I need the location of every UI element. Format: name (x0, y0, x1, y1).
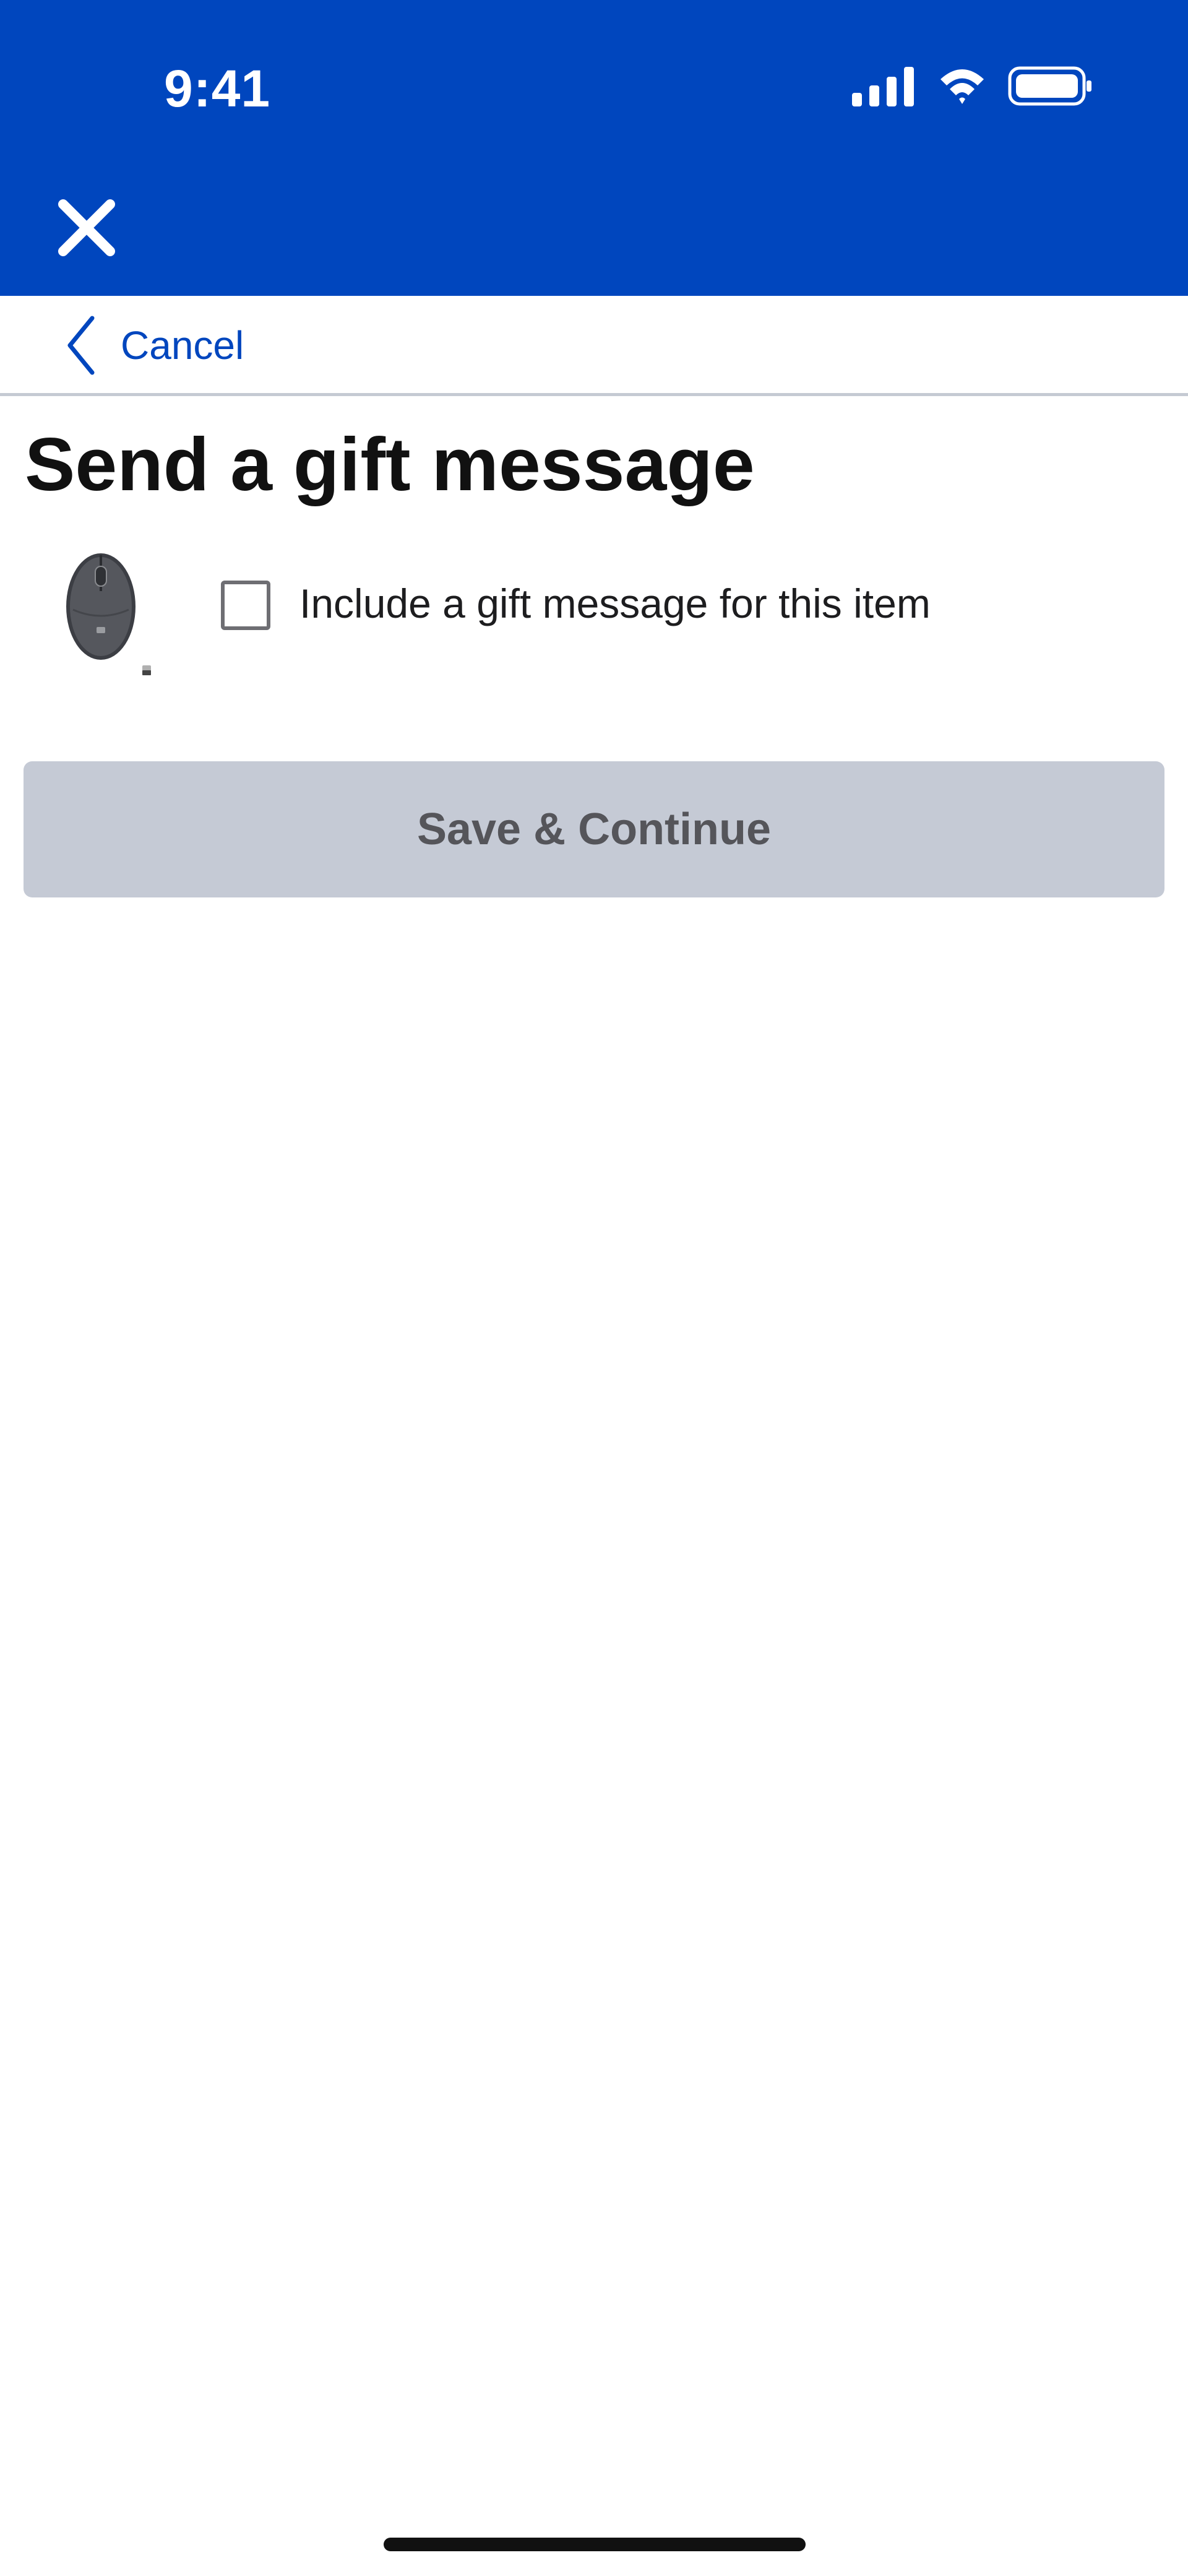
status-time: 9:41 (164, 59, 271, 118)
top-app-bar: 9:41 (0, 0, 1188, 296)
save-and-continue-button[interactable]: Save & Continue (24, 761, 1164, 897)
wifi-icon (940, 69, 984, 104)
gift-message-label: Include a gift message for this item (299, 581, 931, 626)
page-title: Send a gift message (25, 422, 755, 506)
status-icons (852, 66, 1091, 106)
gift-item-row: Include a gift message for this item (50, 548, 1138, 681)
close-icon (58, 199, 115, 256)
cellular-signal-icon (852, 67, 914, 106)
chevron-left-icon (67, 316, 95, 375)
cancel-label: Cancel (121, 323, 244, 368)
battery-icon (1008, 66, 1091, 106)
home-indicator (384, 2538, 806, 2551)
close-button[interactable] (50, 191, 124, 265)
computer-mouse-icon (66, 553, 151, 675)
nav-bar: Cancel (0, 296, 1188, 396)
cancel-link[interactable]: Cancel (65, 314, 244, 376)
gift-message-checkbox[interactable] (221, 581, 270, 630)
